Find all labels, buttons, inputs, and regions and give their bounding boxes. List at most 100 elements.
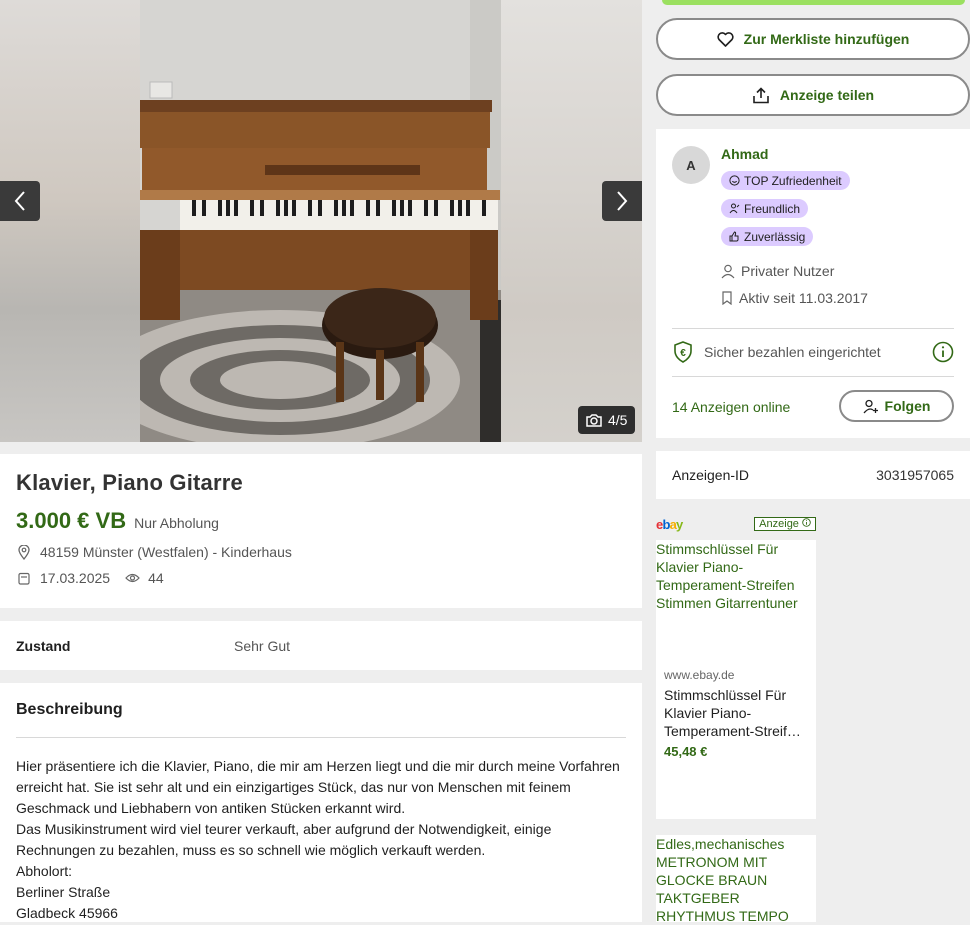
condition-label: Zustand	[16, 637, 71, 654]
listing-photo[interactable]	[140, 0, 501, 442]
ad-headline-line: Klavier Piano-	[656, 559, 744, 575]
chevron-right-icon	[617, 191, 628, 211]
ad-tag[interactable]: Anzeige	[754, 517, 816, 531]
description-card: Beschreibung Hier präsentiere ich die Kl…	[0, 683, 642, 922]
divider	[672, 376, 954, 377]
info-icon	[802, 518, 811, 527]
badge-label: Freundlich	[744, 201, 801, 216]
seller-card: A Ahmad TOP Zufriedenheit Freundlich Zuv…	[656, 129, 970, 438]
location-pin-icon	[16, 544, 32, 560]
smiley-icon	[729, 175, 740, 186]
svg-text:€: €	[680, 348, 686, 359]
listing-views: 44	[148, 570, 164, 586]
seller-name[interactable]: Ahmad	[721, 146, 768, 162]
gallery-prev-button[interactable]	[0, 181, 40, 221]
ad-id-label: Anzeigen-ID	[672, 467, 750, 483]
ad-headline[interactable]: Stimmschlüssel Für Klavier Piano- Temper…	[656, 540, 816, 612]
ad-headline[interactable]: Edles,mechanisches METRONOM MIT GLOCKE B…	[656, 835, 816, 925]
description-line: Gladbeck 45966	[16, 905, 118, 921]
image-counter-text: 4/5	[608, 412, 628, 428]
seller-type-text: Privater Nutzer	[741, 263, 835, 279]
details-card: Zustand Sehr Gut	[0, 621, 642, 670]
badge-label: TOP Zufriedenheit	[744, 173, 842, 188]
seller-active-since-text: Aktiv seit 11.03.2017	[739, 290, 868, 306]
image-gallery[interactable]: 4/5	[0, 0, 642, 442]
description-line: Geschmack und Liebhabern von antiken Stü…	[16, 800, 406, 816]
badge-label: Zuverlässig	[744, 229, 806, 244]
contact-button-edge[interactable]	[662, 0, 965, 5]
follow-label: Folgen	[884, 398, 931, 414]
ebay-logo[interactable]: ebay	[656, 517, 683, 532]
ad-headline-line: Stimmen Gitarrentuner	[656, 595, 798, 611]
listing-title: Klavier, Piano Gitarre	[16, 470, 243, 495]
ad-product-line: Klavier Piano-	[664, 705, 752, 721]
avatar[interactable]: A	[672, 146, 710, 184]
divider	[672, 328, 954, 329]
person-wave-icon	[729, 203, 740, 214]
share-listing-label: Anzeige teilen	[779, 87, 875, 103]
share-icon	[753, 86, 769, 103]
ad-headline-line: Temperament-Streifen	[656, 577, 795, 593]
user-icon	[721, 264, 735, 278]
ad-product-line: Temperament-Streif…	[664, 723, 801, 739]
listing-summary-card: Klavier, Piano Gitarre 3.000 € VB Nur Ab…	[0, 454, 642, 608]
camera-icon	[586, 414, 602, 427]
ad-headline-line: RHYTHMUS TEMPO	[656, 908, 789, 924]
ad-headline-line: GLOCKE BRAUN	[656, 872, 768, 888]
badge-reliable: Zuverlässig	[721, 227, 814, 246]
add-to-watchlist-label: Zur Merkliste hinzufügen	[743, 31, 910, 47]
secure-payment-row: € Sicher bezahlen eingerichtet	[672, 341, 954, 363]
badge-top-satisfaction: TOP Zufriedenheit	[721, 171, 850, 190]
sponsored-header: ebay Anzeige	[656, 515, 816, 533]
calendar-icon	[16, 570, 32, 586]
gallery-blur-right	[501, 0, 642, 442]
seller-type: Privater Nutzer	[721, 263, 834, 279]
listing-date: 17.03.2025	[40, 570, 111, 586]
location-row: 48159 Münster (Westfalen) - Kinderhaus	[16, 544, 626, 560]
share-listing-button[interactable]: Anzeige teilen	[656, 74, 970, 116]
ad-headline-line: Stimmschlüssel Für	[656, 541, 779, 557]
chevron-left-icon	[14, 191, 25, 211]
ad-headline-line: METRONOM MIT	[656, 854, 768, 870]
listing-price: 3.000 € VB	[16, 508, 127, 533]
price-row: 3.000 € VB Nur Abholung	[16, 508, 626, 534]
listing-location[interactable]: 48159 Münster (Westfalen) - Kinderhaus	[40, 544, 292, 560]
description-line: Berliner Straße	[16, 884, 111, 900]
ad-url: www.ebay.de	[664, 668, 735, 682]
add-to-watchlist-button[interactable]: Zur Merkliste hinzufügen	[656, 18, 970, 60]
description-line: erreicht hat. Sie ist sehr alt und ein e…	[16, 779, 571, 795]
seller-active-since: Aktiv seit 11.03.2017	[721, 290, 868, 306]
follow-button[interactable]: Folgen	[839, 390, 954, 422]
condition-value: Sehr Gut	[234, 637, 291, 654]
ad-product-title[interactable]: Stimmschlüssel Für Klavier Piano- Temper…	[664, 686, 810, 740]
ad-product-line: Stimmschlüssel Für	[664, 687, 787, 703]
description-line: Rechnungen zu bezahlen, muss es so schne…	[16, 842, 486, 858]
description-line: Das Musikinstrument wird viel teurer ver…	[16, 821, 552, 837]
description-line: Hier präsentiere ich die Klavier, Piano,…	[16, 758, 620, 774]
date-views-row: 17.03.2025 44	[16, 570, 626, 586]
description-heading: Beschreibung	[16, 701, 626, 738]
badge-friendly: Freundlich	[721, 199, 809, 218]
ad-headline-line: TAKTGEBER	[656, 890, 740, 906]
ad-id-value: 3031957065	[876, 467, 954, 483]
gallery-blur-left	[0, 0, 140, 442]
user-plus-icon	[863, 399, 878, 413]
eye-icon	[124, 570, 140, 586]
ad-headline-line: Edles,mechanisches	[656, 836, 785, 852]
sponsored-ad-2[interactable]: Edles,mechanisches METRONOM MIT GLOCKE B…	[656, 835, 816, 925]
info-icon[interactable]	[932, 341, 954, 363]
secure-payment-text: Sicher bezahlen eingerichtet	[704, 344, 881, 360]
description-text: Hier präsentiere ich die Klavier, Piano,…	[16, 756, 626, 924]
thumbs-up-icon	[729, 231, 739, 242]
ad-id-card: Anzeigen-ID 3031957065	[656, 451, 970, 499]
image-counter[interactable]: 4/5	[578, 406, 636, 434]
sponsored-ad-1[interactable]: Stimmschlüssel Für Klavier Piano- Temper…	[656, 540, 816, 819]
price-note: Nur Abholung	[134, 515, 219, 531]
bookmark-icon	[722, 291, 732, 305]
shield-euro-icon: €	[674, 341, 692, 363]
ads-online-link[interactable]: 14 Anzeigen online	[672, 399, 790, 415]
ad-price: 45,48 €	[664, 744, 708, 759]
description-line: Abholort:	[16, 863, 73, 879]
heart-icon	[717, 31, 734, 47]
gallery-next-button[interactable]	[602, 181, 642, 221]
